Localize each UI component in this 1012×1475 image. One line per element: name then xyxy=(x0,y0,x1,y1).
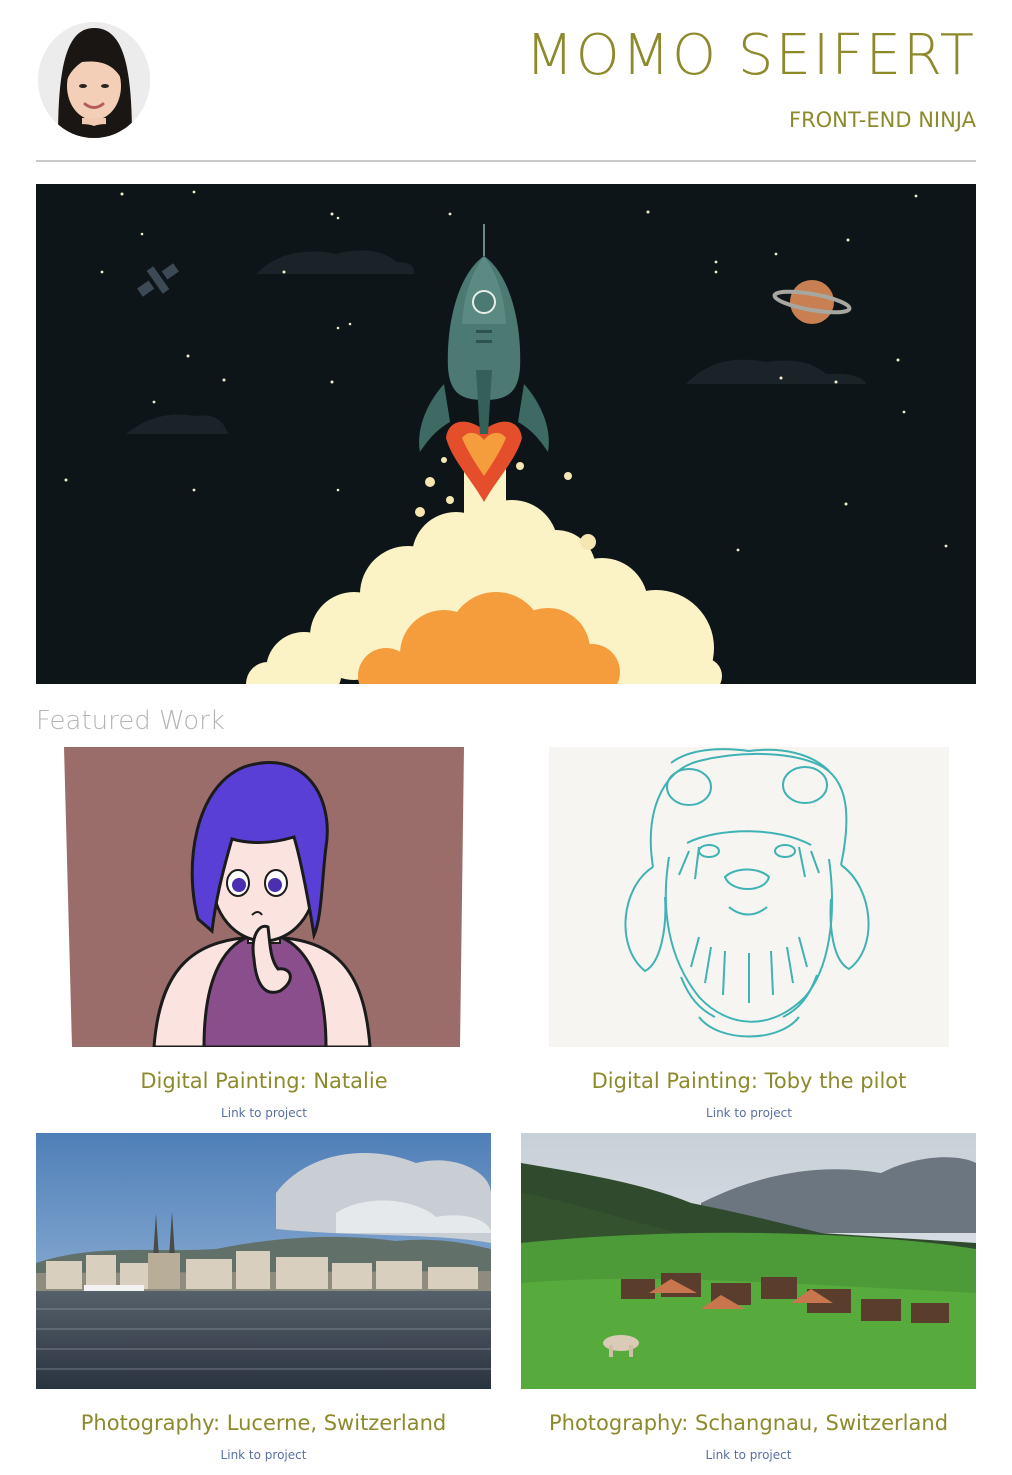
lucerne-photo-image xyxy=(36,1133,491,1389)
project-link[interactable]: Link to project xyxy=(549,1105,949,1121)
project-link[interactable]: Link to project xyxy=(36,1447,491,1463)
rocket-launch-illustration xyxy=(36,184,976,724)
project-title: Digital Painting: Toby the pilot xyxy=(591,1069,907,1093)
header-divider xyxy=(36,160,976,162)
project-thumbnail-schangnau[interactable] xyxy=(521,1133,976,1389)
hero-illustration xyxy=(36,184,976,724)
project-link[interactable]: Link to project xyxy=(64,1105,464,1121)
avatar xyxy=(38,22,150,138)
project-thumbnail-lucerne[interactable] xyxy=(36,1133,491,1389)
site-name: MOMO SEIFERT xyxy=(525,23,976,88)
project-link[interactable]: Link to project xyxy=(521,1447,976,1463)
project-title: Photography: Lucerne, Switzerland xyxy=(80,1411,447,1435)
project-thumbnail-toby[interactable] xyxy=(549,747,949,1047)
schangnau-photo-image xyxy=(521,1133,976,1389)
dog-sketch-image xyxy=(549,747,949,1047)
site-role: FRONT-END NINJA xyxy=(788,108,976,132)
featured-work-heading: Featured Work xyxy=(36,706,225,736)
profile-photo-icon xyxy=(38,22,150,138)
project-title: Digital Painting: Natalie xyxy=(140,1069,388,1093)
project-title: Photography: Schangnau, Switzerland xyxy=(548,1411,949,1435)
project-thumbnail-natalie[interactable] xyxy=(64,747,464,1047)
anime-portrait-image xyxy=(64,747,464,1047)
